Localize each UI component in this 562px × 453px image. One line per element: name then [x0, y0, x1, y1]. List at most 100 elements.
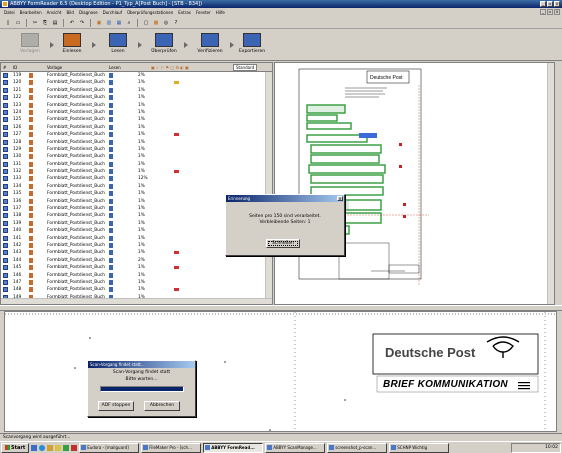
menu-item[interactable]: Durchlauf [103, 10, 122, 15]
col-header-num[interactable]: # [3, 65, 6, 70]
taskbar-button[interactable]: ABBYY FormRead... [203, 442, 264, 453]
col-header-scan[interactable]: Lesen [109, 65, 121, 70]
start-button[interactable]: Start [1, 442, 30, 453]
browser-icon[interactable] [39, 444, 46, 451]
form-image[interactable]: Deutsche Post [279, 65, 541, 297]
menu-item[interactable]: Hilfe [216, 10, 225, 15]
cut-icon[interactable]: ✂ [31, 19, 39, 27]
minimize-button[interactable]: _ [540, 1, 546, 7]
list-row[interactable]: 133 Formblatt_Postdienst_Buch 12% [1, 175, 272, 182]
list-row[interactable]: 127 Formblatt_Postdienst_Buch 1% [1, 131, 272, 138]
taskbar-button[interactable]: ABBYY ScanManage... [265, 442, 326, 453]
page-icon [3, 265, 8, 271]
list-row[interactable]: 122 Formblatt_Postdienst_Buch 1% [1, 94, 272, 101]
folder-icon[interactable] [55, 444, 62, 451]
filter-dropdown[interactable]: Standard [233, 64, 258, 71]
toolbar-button-4[interactable]: Verifizieren [190, 32, 230, 59]
menu-item[interactable]: Fenster [196, 10, 211, 15]
list-vertical-scrollbar[interactable] [265, 72, 272, 304]
reminder-ok-button[interactable]: Schließen [266, 239, 300, 248]
redo-icon[interactable]: ↷ [78, 19, 86, 27]
menu-item[interactable]: Diagnose [79, 10, 98, 15]
help-icon[interactable]: ? [172, 19, 180, 27]
toolbar-button-1[interactable]: Einlesen [52, 32, 92, 59]
menu-item[interactable]: Bild [66, 10, 74, 15]
open-icon[interactable]: ▭ [14, 19, 22, 27]
template-icon [29, 228, 33, 234]
toolbar-button-label: Überprüfen [151, 49, 177, 54]
maximize-button[interactable]: ▫ [547, 1, 553, 7]
scan-icon[interactable]: ▣ [95, 19, 103, 27]
toolbar-separator [90, 18, 91, 27]
taskbar-button[interactable]: SCHNP Wichtig [389, 442, 450, 453]
adf-stop-button[interactable]: ADF stoppen [98, 401, 134, 411]
list-row[interactable]: 129 Formblatt_Postdienst_Buch 1% [1, 146, 272, 153]
list-row[interactable]: 144 Formblatt_Postdienst_Buch 2% [1, 257, 272, 264]
row-percent: 1% [138, 228, 145, 234]
list-row[interactable]: 128 Formblatt_Postdienst_Buch 1% [1, 139, 272, 146]
mdi-close-button[interactable]: x [554, 9, 560, 15]
list-header: # ID Vorlage Lesen ▣ ✓ ⚐ ⚑ ▢ ⚙ ◐ ▣ Stand… [1, 63, 272, 72]
mail-icon[interactable] [47, 444, 54, 451]
mdi-minimize-button[interactable]: _ [540, 9, 546, 15]
preview-vertical-scrollbar[interactable] [547, 63, 554, 304]
list-row[interactable]: 125 Formblatt_Postdienst_Buch 1% [1, 116, 272, 123]
taskbar-button[interactable]: screenshot_p-scan... [327, 442, 388, 453]
read-icon[interactable]: ▥ [105, 19, 113, 27]
col-header-id[interactable]: ID [13, 65, 17, 70]
col-header-template[interactable]: Vorlage [47, 65, 62, 70]
show-desktop-icon[interactable] [31, 444, 38, 451]
toolbar-button-3[interactable]: Überprüfen [144, 32, 184, 59]
reminder-dialog-title: Erinnerung [228, 196, 251, 201]
list-row[interactable]: 126 Formblatt_Postdienst_Buch 1% [1, 124, 272, 131]
menu-item[interactable]: Ansicht [47, 10, 62, 15]
menu-item[interactable]: Extras [178, 10, 191, 15]
toolbar-button-icon [21, 33, 39, 47]
list-row[interactable]: 123 Formblatt_Postdienst_Buch 1% [1, 102, 272, 109]
menu-item[interactable]: Datei [4, 10, 15, 15]
list-row[interactable]: 146 Formblatt_Postdienst_Buch 1% [1, 272, 272, 279]
row-number: 148 [13, 287, 22, 293]
row-template-name: Formblatt_Postdienst_Buch [47, 95, 106, 101]
taskbar-button[interactable]: FileMaker Pro - [sch... [141, 442, 202, 453]
close-button[interactable]: x [554, 1, 560, 7]
find-icon[interactable]: ⌕ [125, 19, 133, 27]
page-icon[interactable]: ▢ [142, 19, 150, 27]
page-icon [3, 109, 8, 115]
toolbar-button-2[interactable]: Lesen [98, 32, 138, 59]
paste-icon[interactable]: ▤ [51, 19, 59, 27]
list-horizontal-scrollbar[interactable] [1, 298, 272, 304]
menu-item[interactable]: Bearbeiten [20, 10, 42, 15]
menu-item[interactable]: Überprüfungsstationen [127, 10, 173, 15]
save-icon[interactable]: ▦ [115, 19, 123, 27]
reminder-dialog-titlebar: Erinnerung x [226, 195, 344, 202]
new-icon[interactable]: ▯ [4, 19, 12, 27]
list-row[interactable]: 148 Formblatt_Postdienst_Buch 1% [1, 286, 272, 293]
copy-icon[interactable]: ⎘ [41, 19, 49, 27]
scan-cancel-button[interactable]: Abbrechen [144, 401, 180, 411]
list-row[interactable]: 130 Formblatt_Postdienst_Buch 1% [1, 153, 272, 160]
taskbar-button[interactable]: Eudora - [mailguard] [79, 442, 140, 453]
toolbar-button-5[interactable]: Exportieren [232, 32, 272, 59]
image-icon[interactable]: ▩ [152, 19, 160, 27]
list-row[interactable]: 124 Formblatt_Postdienst_Buch 1% [1, 109, 272, 116]
row-percent: 2% [138, 73, 145, 78]
list-row[interactable]: 147 Formblatt_Postdienst_Buch 1% [1, 279, 272, 286]
reminder-close-button[interactable]: x [337, 196, 343, 201]
row-percent: 1% [138, 213, 145, 219]
mdi-restore-button[interactable]: ▫ [547, 9, 553, 15]
list-row[interactable]: 132 Formblatt_Postdienst_Buch 1% [1, 168, 272, 175]
list-row[interactable]: 134 Formblatt_Postdienst_Buch 1% [1, 183, 272, 190]
app-quicklaunch-icon[interactable] [63, 444, 70, 451]
list-row[interactable]: 120 Formblatt_Postdienst_Buch 1% [1, 79, 272, 86]
row-percent: 1% [138, 109, 145, 115]
list-row[interactable]: 121 Formblatt_Postdienst_Buch 1% [1, 87, 272, 94]
list-row[interactable]: 131 Formblatt_Postdienst_Buch 1% [1, 161, 272, 168]
row-number: 145 [13, 265, 22, 271]
list-row[interactable]: 145 Formblatt_Postdienst_Buch 1% [1, 264, 272, 271]
undo-icon[interactable]: ↶ [68, 19, 76, 27]
row-template-name: Formblatt_Postdienst_Buch [47, 146, 106, 152]
zoom-icon[interactable]: ◎ [162, 19, 170, 27]
toolbar-button-0[interactable]: Vorlagen [10, 32, 50, 59]
list-row[interactable]: 119 Formblatt_Postdienst_Buch 2% [1, 72, 272, 79]
